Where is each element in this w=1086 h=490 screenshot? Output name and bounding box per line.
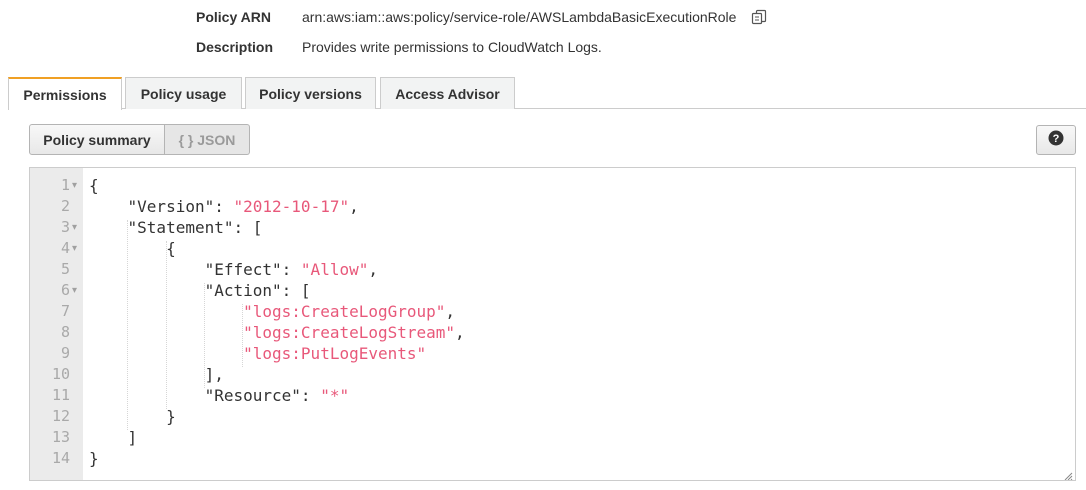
code-string-token: "Allow"	[300, 260, 369, 279]
code-line: ],	[89, 364, 1075, 385]
code-line: "Resource": "*"	[89, 385, 1075, 406]
line-number: 10	[51, 365, 70, 383]
line-number: 1	[60, 176, 70, 194]
code-token: ,	[368, 260, 378, 279]
fold-toggle-icon[interactable]: ▾	[72, 175, 77, 196]
tab-policy-usage[interactable]: Policy usage	[125, 77, 242, 109]
code-line: "Statement": [	[89, 217, 1075, 238]
code-line: "logs:PutLogEvents"	[89, 343, 1075, 364]
code-token: ],	[89, 365, 224, 384]
fold-toggle-icon[interactable]: ▾	[72, 280, 77, 301]
resize-handle-icon[interactable]	[1063, 468, 1073, 480]
code-string-token: "logs:CreateLogGroup"	[243, 302, 446, 321]
code-line: ]	[89, 427, 1075, 448]
tab-permissions[interactable]: Permissions	[8, 77, 122, 110]
code-string-token: "logs:PutLogEvents"	[243, 344, 427, 363]
code-token: ]	[89, 428, 138, 447]
line-number: 7	[60, 302, 70, 320]
line-number: 14	[51, 449, 70, 467]
line-number: 5	[60, 260, 70, 278]
code-line: {	[89, 175, 1075, 196]
line-number: 3	[60, 218, 70, 236]
question-icon: ?	[1048, 130, 1064, 151]
code-token: {	[89, 176, 99, 195]
code-line: "Action": [	[89, 280, 1075, 301]
code-line: "logs:CreateLogGroup",	[89, 301, 1075, 322]
policy-arn-value: arn:aws:iam::aws:policy/service-role/AWS…	[302, 9, 737, 25]
policy-arn-label: Policy ARN	[196, 9, 271, 25]
line-number: 2	[60, 197, 70, 215]
code-line: {	[89, 238, 1075, 259]
help-button[interactable]: ?	[1036, 125, 1076, 155]
line-number: 9	[60, 344, 70, 362]
line-number: 11	[51, 386, 70, 404]
code-line: }	[89, 448, 1075, 469]
code-token: "Statement": [	[89, 218, 263, 237]
code-string-token: "*"	[320, 386, 350, 405]
code-token: ,	[445, 302, 456, 321]
code-string-token: "logs:CreateLogStream"	[243, 323, 456, 342]
code-token: }	[89, 407, 176, 426]
code-token: }	[89, 449, 99, 468]
code-token: "Version":	[89, 197, 234, 216]
code-area[interactable]: { "Version": "2012-10-17", "Statement": …	[83, 168, 1075, 480]
line-number: 8	[60, 323, 70, 341]
line-number: 12	[51, 407, 70, 425]
line-number: 6	[60, 281, 70, 299]
policy-description-value: Provides write permissions to CloudWatch…	[302, 39, 602, 55]
tab-policy-versions[interactable]: Policy versions	[245, 77, 376, 109]
code-token: "Action": [	[89, 281, 311, 300]
tab-access-advisor[interactable]: Access Advisor	[380, 77, 515, 109]
code-line: "Effect": "Allow",	[89, 259, 1075, 280]
svg-text:?: ?	[1053, 133, 1060, 145]
fold-toggle-icon[interactable]: ▾	[72, 217, 77, 238]
code-token: "Effect":	[89, 260, 301, 279]
code-token: ,	[349, 197, 359, 216]
fold-toggle-icon[interactable]: ▾	[72, 238, 77, 259]
code-line: }	[89, 406, 1075, 427]
code-token: {	[89, 239, 176, 258]
code-token: ,	[455, 323, 465, 342]
code-token: "Resource":	[89, 386, 321, 405]
policy-summary-button[interactable]: Policy summary	[29, 124, 165, 155]
json-button[interactable]: { } JSON	[165, 124, 250, 155]
code-line: "Version": "2012-10-17",	[89, 196, 1075, 217]
policy-description-label: Description	[196, 39, 274, 55]
line-number: 4	[60, 239, 70, 257]
json-editor[interactable]: { "Version": "2012-10-17", "Statement": …	[29, 167, 1076, 481]
line-number: 13	[51, 428, 70, 446]
policy-tabs: Permissions Policy usage Policy versions…	[8, 77, 1086, 110]
code-line: "logs:CreateLogStream",	[89, 322, 1075, 343]
code-string-token: "2012-10-17"	[233, 197, 350, 216]
view-toggle: Policy summary { } JSON	[29, 124, 250, 155]
copy-icon[interactable]	[751, 9, 767, 25]
